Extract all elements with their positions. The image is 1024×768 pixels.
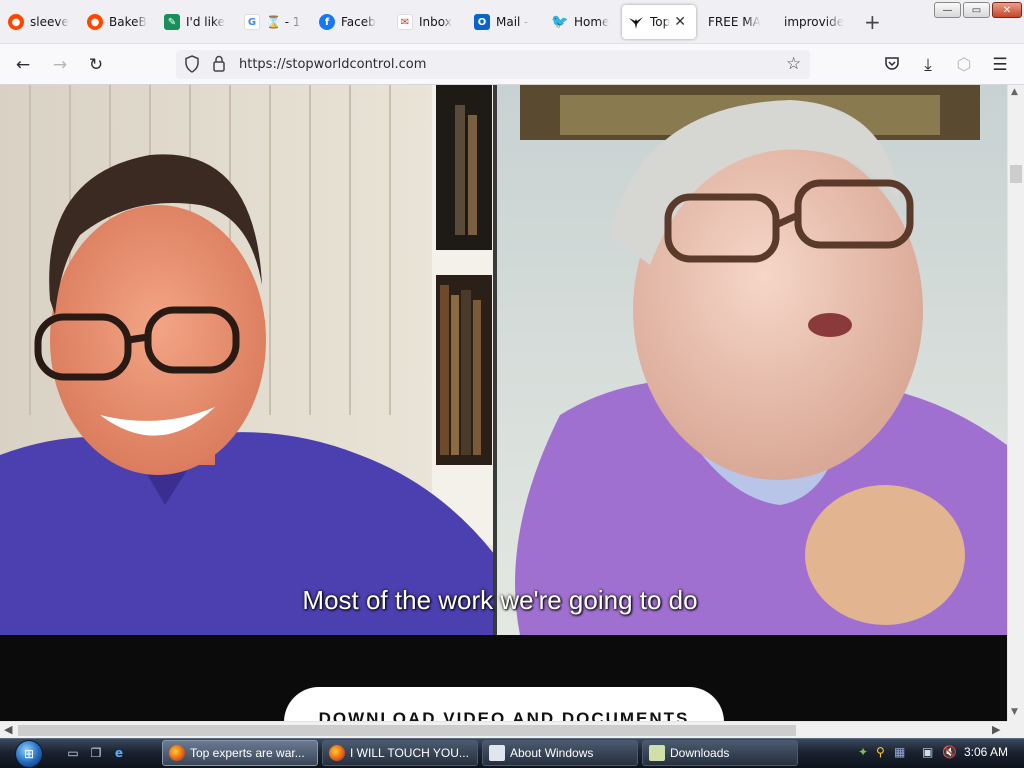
tab-facebook[interactable]: f Faceb (319, 5, 379, 39)
tab-mail[interactable]: O Mail - (474, 5, 534, 39)
tab-label: Home (574, 15, 610, 29)
hamburger-menu-icon: ☰ (992, 55, 1008, 75)
show-desktop-icon[interactable]: ▭ (64, 744, 82, 762)
lock-icon[interactable] (212, 55, 226, 76)
eagle-icon (628, 14, 644, 30)
video-frame (0, 85, 1007, 635)
new-tab-button[interactable]: + (864, 10, 881, 34)
facebook-icon: f (319, 14, 335, 30)
folder-icon (649, 745, 665, 761)
window-icon (489, 745, 505, 761)
tab-label: BakeB (109, 15, 147, 29)
vertical-scrollbar[interactable]: ▲ ▼ (1007, 85, 1024, 721)
scroll-down-arrow-icon[interactable]: ▼ (1011, 707, 1018, 717)
outlook-icon: O (474, 14, 490, 30)
taskbar-clock[interactable]: 3:06 AM (964, 745, 1008, 759)
close-window-button[interactable]: ✕ (992, 2, 1022, 18)
chat-bubble-icon: ✎ (164, 14, 180, 30)
firefox-icon (329, 745, 345, 761)
app-tray-icon[interactable]: ▦ (894, 745, 910, 761)
window-controls: — ▭ ✕ (934, 2, 1022, 18)
menu-button[interactable]: ☰ (988, 53, 1012, 77)
tab-top-experts[interactable]: Top ✕ (622, 5, 696, 39)
address-bar[interactable]: https://stopworldcontrol.com ☆ (176, 50, 810, 79)
reload-button[interactable]: ↻ (84, 53, 108, 77)
tab-label: sleeve (30, 15, 69, 29)
start-button[interactable]: ⊞ (10, 740, 48, 768)
monitor-icon[interactable]: ▣ (922, 745, 938, 761)
video-subtitle: Most of the work we're going to do (302, 585, 698, 615)
tab-label: Faceb (341, 15, 376, 29)
video-player[interactable]: Most of the work we're going to do (0, 85, 1007, 635)
vertical-scroll-thumb[interactable] (1010, 165, 1022, 183)
restore-button[interactable]: ▭ (963, 2, 990, 18)
tab-strip: ● sleeve ● BakeB ✎ I'd like G ⌛ - 1 f Fa… (0, 0, 1024, 44)
mail-icon: ✉ (397, 14, 413, 30)
forward-button[interactable]: → (48, 53, 72, 77)
shield-icon[interactable] (184, 55, 200, 77)
tab-improvide[interactable]: improvide (784, 5, 844, 39)
volume-muted-icon[interactable]: 🔇 (942, 745, 958, 761)
arrow-left-icon: ← (15, 55, 31, 75)
google-icon: G (244, 14, 260, 30)
reload-icon: ↻ (88, 55, 104, 75)
windows-logo-icon: ⊞ (15, 740, 43, 768)
tab-label: improvide (784, 15, 844, 29)
download-icon: ⤓ (924, 55, 932, 75)
firefox-icon (169, 745, 185, 761)
tab-free-ma[interactable]: FREE MA (708, 5, 766, 39)
taskbar-button-top-experts[interactable]: Top experts are war... (162, 740, 318, 766)
tab-google[interactable]: G ⌛ - 1 (244, 5, 302, 39)
horizontal-scroll-thumb[interactable] (18, 725, 796, 736)
reddit-icon: ● (8, 14, 24, 30)
pocket-button[interactable] (880, 53, 904, 77)
reddit-icon: ● (87, 14, 103, 30)
downloads-button[interactable]: ⤓ (916, 53, 940, 77)
puzzle-icon: ⬡ (956, 55, 972, 75)
tab-bakeb[interactable]: ● BakeB (87, 5, 147, 39)
tab-label: Mail - (496, 15, 529, 29)
pocket-icon (884, 55, 900, 76)
close-tab-icon[interactable]: ✕ (674, 14, 686, 30)
search-icon[interactable]: ⚲ (876, 745, 892, 761)
taskbar-button-i-will-touch-you[interactable]: I WILL TOUCH YOU... (322, 740, 478, 766)
tab-inbox[interactable]: ✉ Inbox (397, 5, 455, 39)
extensions-button[interactable]: ⬡ (952, 53, 976, 77)
tab-label: ⌛ - 1 (266, 15, 301, 29)
taskbar-button-about-windows[interactable]: About Windows (482, 740, 638, 766)
web-page-content: Most of the work we're going to do DOWNL… (0, 85, 1007, 721)
navigation-toolbar: ← → ↻ https://stopworldcontrol.com ☆ ⤓ ⬡… (0, 44, 1024, 85)
arrow-right-icon: → (52, 55, 68, 75)
back-button[interactable]: ← (11, 53, 35, 77)
bookmark-star-icon[interactable]: ☆ (786, 54, 801, 74)
scroll-right-arrow-icon[interactable]: ▶ (992, 723, 1000, 736)
horizontal-scrollbar[interactable]: ◀ ▶ (0, 721, 1007, 738)
taskbar-button-label: I WILL TOUCH YOU... (350, 746, 469, 760)
taskbar-button-label: Top experts are war... (190, 746, 305, 760)
network-sharing-icon[interactable]: ✦ (858, 745, 874, 761)
taskbar-button-label: Downloads (670, 746, 730, 760)
taskbar-button-label: About Windows (510, 746, 594, 760)
internet-explorer-icon[interactable]: e (110, 744, 128, 762)
tab-label: Inbox (419, 15, 452, 29)
tab-label: FREE MA (708, 15, 761, 29)
download-video-button[interactable]: DOWNLOAD VIDEO AND DOCUMENTS (284, 687, 724, 721)
tab-label: I'd like (186, 15, 225, 29)
tab-home-twitter[interactable]: 🐦 Home (552, 5, 612, 39)
url-text[interactable]: https://stopworldcontrol.com (239, 57, 426, 72)
tab-label: Top (650, 15, 671, 29)
scrollbar-corner (1007, 721, 1024, 738)
tab-id-like[interactable]: ✎ I'd like (164, 5, 226, 39)
twitter-icon: 🐦 (552, 14, 569, 30)
minimize-button[interactable]: — (934, 2, 961, 18)
tab-sleeve[interactable]: ● sleeve (8, 5, 70, 39)
scroll-left-arrow-icon[interactable]: ◀ (4, 723, 12, 736)
scroll-up-arrow-icon[interactable]: ▲ (1011, 87, 1018, 97)
switch-windows-icon[interactable]: ❐ (87, 744, 105, 762)
taskbar-button-downloads[interactable]: Downloads (642, 740, 798, 766)
